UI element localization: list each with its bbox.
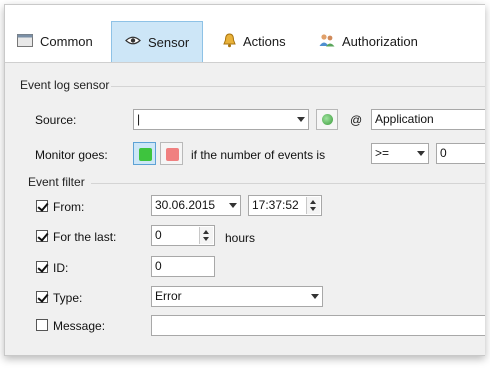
chevron-down-icon[interactable] (417, 151, 425, 156)
chevron-down-icon[interactable] (297, 117, 305, 122)
id-checkbox[interactable] (36, 261, 48, 273)
sensor-settings-panel: Common Sensor Actions Authorization Even… (4, 4, 485, 356)
operator-select[interactable]: >= (371, 143, 429, 164)
event-count-input[interactable]: 0 (436, 143, 485, 164)
chevron-down-icon[interactable] (229, 203, 237, 208)
at-symbol: @ (350, 113, 363, 127)
computer-value: Application (375, 112, 434, 126)
for-the-last-input[interactable]: 0 (151, 225, 215, 246)
tab-authorization[interactable]: Authorization (319, 21, 429, 62)
event-log-sensor-heading: Event log sensor (20, 78, 110, 92)
green-swatch (139, 148, 152, 161)
event-filter-divider (91, 183, 485, 184)
hours-label: hours (225, 231, 256, 245)
red-swatch (166, 148, 179, 161)
refresh-sources-button[interactable] (316, 109, 338, 130)
id-input[interactable]: 0 (151, 256, 215, 277)
event-filter-heading: Event filter (28, 175, 85, 189)
type-checkbox[interactable] (36, 291, 48, 303)
tab-sensor-label: Sensor (148, 34, 190, 50)
tab-bar: Common Sensor Actions Authorization (5, 5, 485, 63)
type-select[interactable]: Error (151, 286, 323, 307)
green-state-button[interactable] (133, 142, 156, 165)
type-label: Type: (53, 291, 83, 305)
tab-authorization-label: Authorization (342, 34, 418, 49)
users-icon (319, 33, 335, 50)
for-the-last-spinner[interactable] (199, 227, 213, 244)
refresh-icon (322, 114, 333, 125)
tab-actions[interactable]: Actions (223, 21, 303, 62)
for-the-last-value: 0 (155, 228, 162, 242)
source-combobox[interactable]: | (133, 109, 309, 130)
id-label: ID: (53, 261, 69, 275)
message-checkbox[interactable] (36, 319, 48, 331)
from-label: From: (53, 200, 85, 214)
from-date-value: 30.06.2015 (155, 198, 216, 212)
from-time-value: 17:37:52 (252, 198, 299, 212)
from-time-input[interactable]: 17:37:52 (248, 195, 322, 216)
for-the-last-checkbox[interactable] (36, 230, 48, 242)
message-label: Message: (53, 319, 106, 333)
red-state-button[interactable] (160, 142, 183, 165)
id-value: 0 (155, 259, 162, 273)
from-checkbox[interactable] (36, 200, 48, 212)
condition-text: if the number of events is (191, 148, 326, 162)
tab-sensor[interactable]: Sensor (111, 21, 203, 62)
type-value: Error (155, 289, 182, 303)
monitor-goes-label: Monitor goes: (35, 148, 108, 162)
operator-value: >= (375, 146, 390, 160)
tab-actions-label: Actions (243, 34, 286, 49)
eye-icon (125, 35, 141, 49)
chevron-down-icon[interactable] (311, 294, 319, 299)
source-value: | (137, 112, 141, 126)
tab-common[interactable]: Common (17, 21, 113, 62)
bell-icon (223, 32, 236, 51)
from-date-picker[interactable]: 30.06.2015 (151, 195, 241, 216)
event-log-sensor-divider (111, 86, 485, 87)
for-the-last-label: For the last: (53, 230, 117, 244)
event-count-value: 0 (440, 146, 447, 160)
computer-input[interactable]: Application (371, 109, 485, 130)
window-icon (17, 33, 33, 50)
tab-common-label: Common (40, 34, 93, 49)
from-time-spinner[interactable] (306, 197, 320, 214)
source-label: Source: (35, 113, 77, 127)
message-input[interactable] (151, 315, 485, 336)
